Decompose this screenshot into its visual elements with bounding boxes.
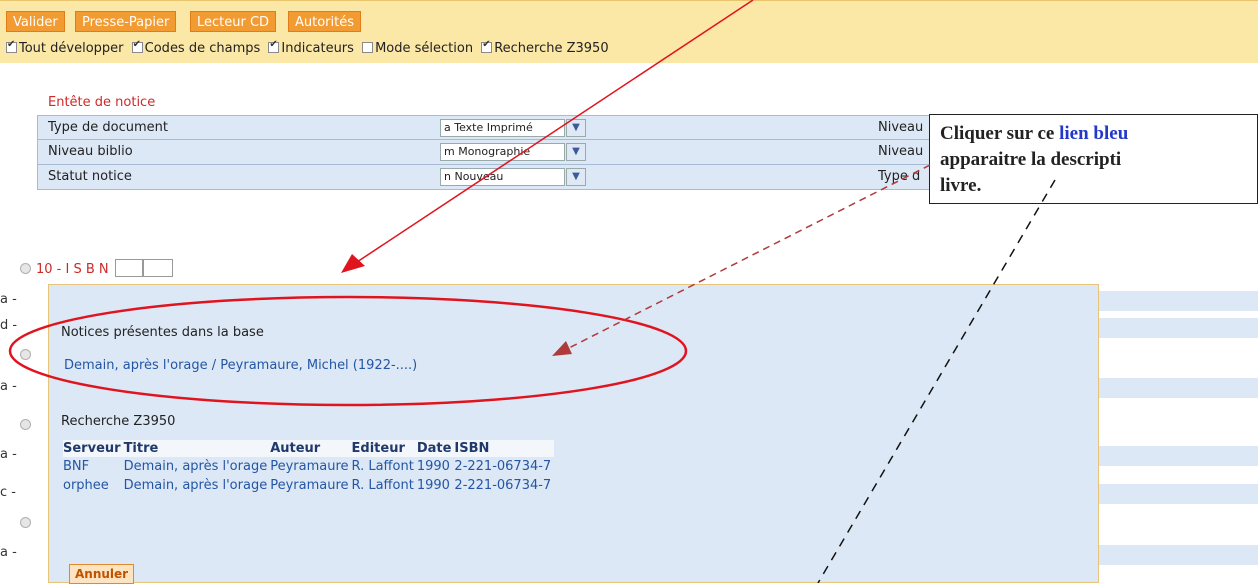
niveau-biblio-select[interactable]: m Monographie <box>440 143 565 161</box>
indicateurs-label: Indicateurs <box>281 41 354 56</box>
chevron-down-icon[interactable]: ▼ <box>566 143 586 161</box>
recherche-z3950-label: Recherche Z3950 <box>494 41 609 56</box>
callout-text: Cliquer sur ce <box>940 123 1060 144</box>
niveau-label: Niveau <box>878 120 924 135</box>
type-label: Type d <box>878 169 921 184</box>
field-radio[interactable] <box>20 517 31 528</box>
codes-champs-label: Codes de champs <box>144 41 261 56</box>
cell-editeur[interactable]: R. Laffont <box>352 476 417 495</box>
field-radio[interactable] <box>20 419 31 430</box>
column-header: Auteur <box>270 440 352 457</box>
cell-date[interactable]: 1990 <box>417 476 455 495</box>
isbn-field-row: 10 - I S B N <box>20 259 173 277</box>
statut-notice-select[interactable]: n Nouveau <box>440 168 565 186</box>
field-input-stripe[interactable] <box>1099 484 1258 504</box>
field-input-stripe[interactable] <box>1099 545 1258 565</box>
column-header: ISBN <box>454 440 555 457</box>
isbn-indicator-2[interactable] <box>142 259 173 277</box>
subfield-code: d - <box>0 318 18 333</box>
lecteur-cd-button[interactable]: Lecteur CD <box>190 11 277 32</box>
presse-papier-button[interactable]: Presse-Papier <box>75 11 177 32</box>
column-header: Titre <box>123 440 271 457</box>
isbn-indicator-1[interactable] <box>114 259 143 277</box>
subfield-code: a - <box>0 447 17 462</box>
cell-editeur[interactable]: R. Laffont <box>352 457 417 476</box>
callout-line-3: livre. <box>940 175 982 196</box>
statut-notice-label: Statut notice <box>48 169 132 184</box>
cell-serveur[interactable]: BNF <box>63 457 124 476</box>
annuler-button[interactable]: Annuler <box>69 564 135 584</box>
chevron-down-icon[interactable]: ▼ <box>566 119 586 137</box>
field-input-stripe[interactable] <box>1099 378 1258 398</box>
tout-developper-label: Tout développer <box>19 41 124 56</box>
tout-developper-checkbox[interactable] <box>6 39 17 53</box>
cell-isbn[interactable]: 2-221-06734-7 <box>454 457 554 476</box>
subfield-code: c - <box>0 485 16 500</box>
valider-button[interactable]: Valider <box>6 11 65 32</box>
red-arrow-head <box>341 254 365 273</box>
table-header-row: Serveur Titre Auteur Editeur Date ISBN <box>63 440 555 457</box>
column-header: Editeur <box>351 440 417 457</box>
indicateurs-checkbox[interactable] <box>268 39 280 53</box>
cell-auteur[interactable]: Peyramaure <box>270 476 351 495</box>
type-document-select[interactable]: a Texte Imprimé <box>440 119 565 137</box>
z3950-title: Recherche Z3950 <box>61 414 176 429</box>
niveau-biblio-label: Niveau biblio <box>48 144 133 159</box>
cell-titre[interactable]: Demain, après l'orage <box>124 457 271 476</box>
subfield-code: a - <box>0 379 17 394</box>
codes-champs-checkbox[interactable] <box>131 39 143 53</box>
cell-date[interactable]: 1990 <box>417 457 455 476</box>
mode-selection-checkbox[interactable] <box>362 42 374 53</box>
subfield-code: a - <box>0 545 17 560</box>
field-input-stripe[interactable] <box>1099 446 1258 466</box>
field-input-stripe[interactable] <box>1099 318 1258 338</box>
field-input-stripe[interactable] <box>1099 291 1258 311</box>
callout-line-2: apparaitre la descripti <box>940 149 1122 170</box>
options-checkboxes: Tout développer Codes de champs Indicate… <box>4 39 611 56</box>
table-row[interactable]: BNF Demain, après l'orage Peyramaure R. … <box>63 457 554 476</box>
cell-titre[interactable]: Demain, après l'orage <box>124 476 271 495</box>
column-header: Date <box>416 440 455 457</box>
z3950-results-table: Serveur Titre Auteur Editeur Date ISBN B… <box>63 440 555 495</box>
entete-title: Entête de notice <box>48 95 156 110</box>
callout-line-1: Cliquer sur ce lien bleu <box>940 121 1257 147</box>
toolbar: Valider Presse-Papier Lecteur CD Autorit… <box>0 0 1258 63</box>
type-document-label: Type de document <box>48 120 168 135</box>
table-row[interactable]: orphee Demain, après l'orage Peyramaure … <box>63 476 554 495</box>
subfield-code: a - <box>0 292 17 307</box>
search-results-popup: Notices présentes dans la base Demain, a… <box>48 284 1099 584</box>
mode-selection-label: Mode sélection <box>375 41 474 56</box>
isbn-label: 10 - I S B N <box>36 262 109 277</box>
isbn-radio[interactable] <box>20 263 31 274</box>
field-radio[interactable] <box>20 349 31 360</box>
cell-isbn[interactable]: 2-221-06734-7 <box>454 476 554 495</box>
callout-link-text: lien bleu <box>1059 123 1129 144</box>
chevron-down-icon[interactable]: ▼ <box>566 168 586 186</box>
niveau-label-2: Niveau <box>878 144 924 159</box>
notice-link[interactable]: Demain, après l'orage / Peyramaure, Mich… <box>64 358 417 373</box>
column-header: Serveur <box>63 440 124 457</box>
cell-serveur[interactable]: orphee <box>63 476 124 495</box>
recherche-z3950-checkbox[interactable] <box>481 39 493 53</box>
cell-auteur[interactable]: Peyramaure <box>270 457 351 476</box>
instruction-callout: Cliquer sur ce lien bleu apparaitre la d… <box>929 114 1258 204</box>
autorites-button[interactable]: Autorités <box>288 11 362 32</box>
notices-title: Notices présentes dans la base <box>61 325 264 340</box>
